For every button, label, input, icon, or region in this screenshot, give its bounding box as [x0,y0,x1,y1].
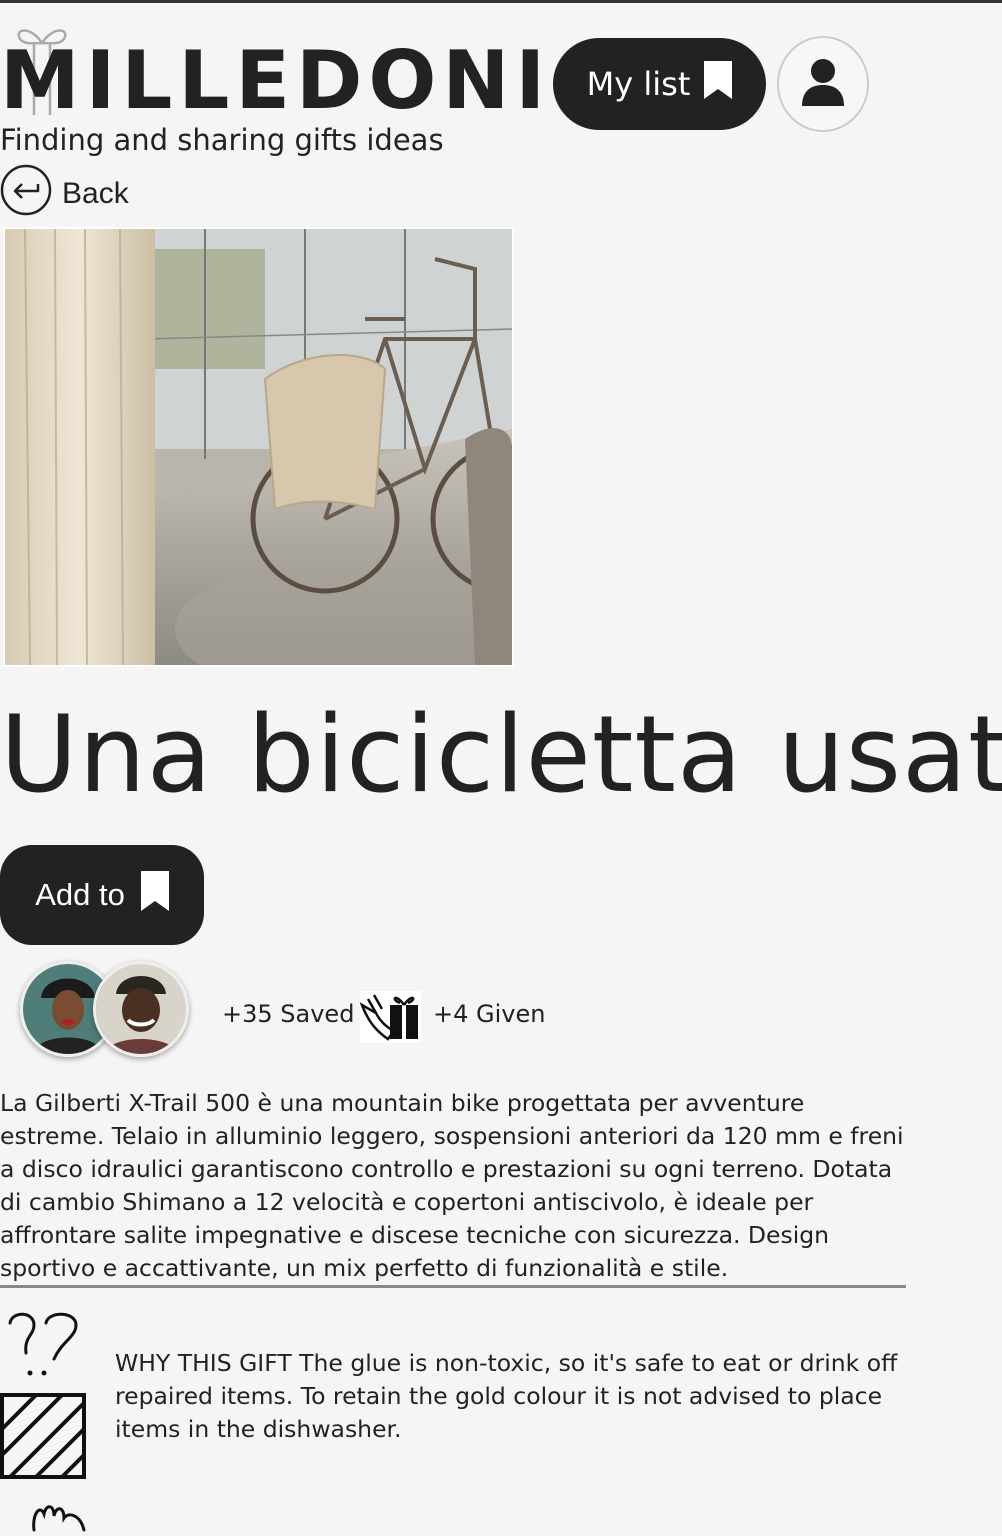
hand-doodle-icon [28,1500,88,1536]
section-divider [0,1285,906,1288]
product-photo [3,227,514,667]
user-icon [800,58,846,110]
add-to-label: Add to [35,877,125,912]
site-tagline: Finding and sharing gifts ideas [0,123,444,157]
why-this-gift-text: WHY THIS GIFT The glue is non-toxic, so … [115,1349,898,1443]
add-to-list-button[interactable]: Add to [0,845,204,945]
site-logo[interactable]: MILLEDONI [0,41,551,121]
my-list-label: My list [586,65,691,103]
back-arrow-icon [0,164,52,224]
product-description: La Gilberti X-Trail 500 è una mountain b… [0,1089,904,1282]
given-count: +4 Given [433,1000,546,1028]
product-title: Una bicicletta usata [0,695,1002,815]
saved-count: +35 Saved [222,1000,355,1028]
my-list-button[interactable]: My list [553,38,766,130]
back-link[interactable]: Back [0,164,129,224]
user-account-button[interactable] [777,36,869,132]
hatched-box-icon [0,1393,86,1483]
gift-hand-icon [359,991,421,1043]
question-marks-icon [6,1309,82,1385]
bookmark-icon [140,871,169,919]
back-label: Back [62,177,129,210]
avatar [93,961,189,1057]
bookmark-icon [704,61,733,107]
